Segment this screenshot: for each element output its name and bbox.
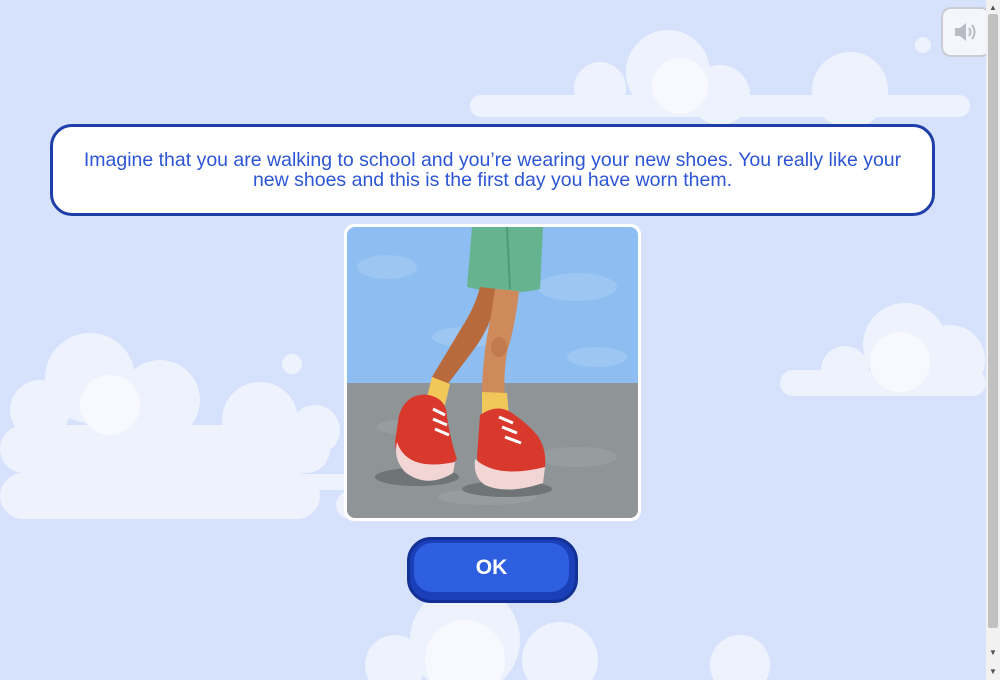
speaker-icon (955, 23, 976, 41)
scroll-down-icon[interactable]: ▼ (986, 645, 1000, 659)
ok-button[interactable]: OK (407, 537, 578, 603)
instruction-text: Imagine that you are walking to school a… (83, 149, 902, 191)
sound-button[interactable] (941, 7, 986, 57)
scroll-down-end-icon[interactable]: ▼ (986, 662, 1000, 680)
instruction-box: Imagine that you are walking to school a… (50, 124, 935, 216)
scroll-up-icon[interactable]: ▲ (986, 0, 1000, 14)
scene-image-frame (344, 224, 641, 521)
vertical-scrollbar[interactable]: ▲ ▼ (986, 0, 1000, 680)
activity-screen: Imagine that you are walking to school a… (0, 0, 986, 680)
scrollbar-thumb[interactable] (988, 14, 998, 628)
ok-button-label: OK (414, 543, 569, 592)
red-sneakers-illustration (347, 227, 638, 518)
